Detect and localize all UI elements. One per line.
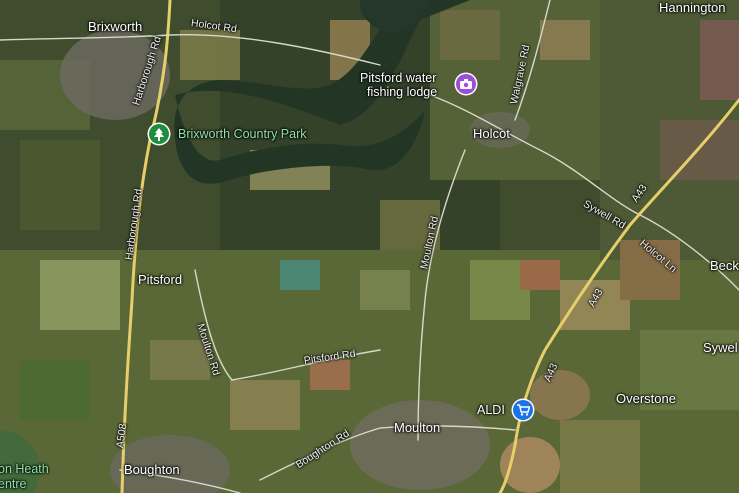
poi-label-aldi[interactable]: ALDI — [477, 403, 505, 417]
aldi-marker[interactable] — [513, 400, 533, 420]
place-label-hannington: Hannington — [659, 0, 726, 15]
place-label-beck: Beck — [710, 258, 739, 273]
place-label-pitsford: Pitsford — [138, 272, 183, 287]
camera-icon — [460, 79, 472, 89]
place-label-boughton: Boughton — [124, 462, 180, 477]
place-label-brixworth: Brixworth — [88, 19, 143, 34]
satellite-map[interactable]: Brixworth Hannington Holcot Pitsford Mou… — [0, 0, 739, 493]
tree-icon — [154, 127, 164, 141]
poi-label-country-park[interactable]: Brixworth Country Park — [178, 127, 307, 141]
place-label-moulton: Moulton — [394, 420, 441, 435]
edge-label-heath-line2: entre — [0, 477, 27, 491]
place-label-sywell: Sywel — [703, 340, 738, 355]
poi-label-fishing-lodge-line1[interactable]: Pitsford water — [360, 71, 436, 85]
country-park-marker[interactable] — [149, 124, 169, 144]
edge-label-heath-line1: on Heath — [0, 462, 49, 476]
fishing-lodge-marker[interactable] — [456, 74, 476, 94]
place-label-holcot: Holcot — [473, 126, 510, 141]
shopping-cart-icon — [516, 404, 530, 416]
poi-label-fishing-lodge-line2[interactable]: fishing lodge — [367, 85, 437, 99]
place-label-overstone: Overstone — [616, 391, 676, 406]
